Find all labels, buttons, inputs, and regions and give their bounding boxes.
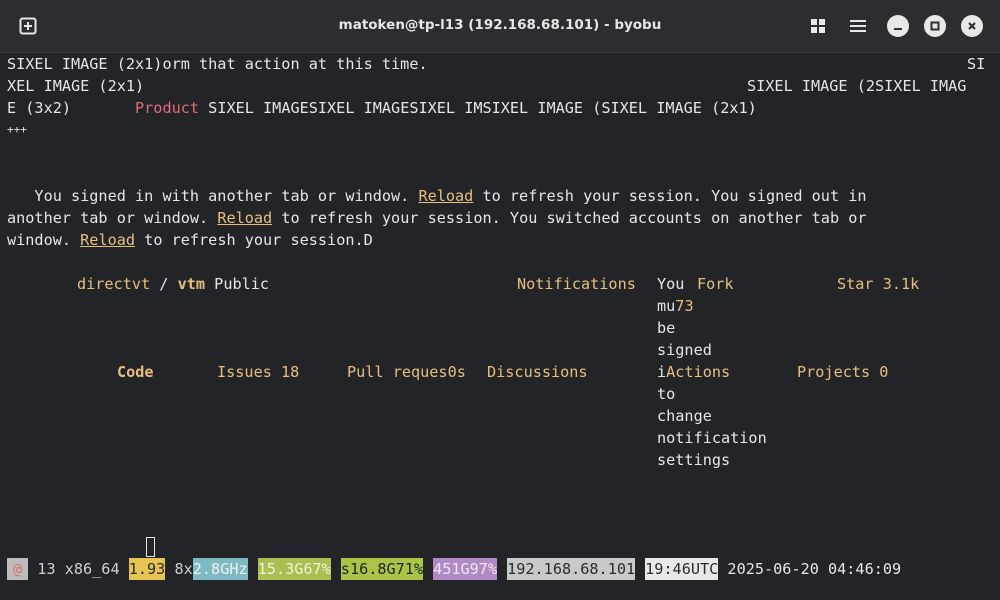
grid-icon[interactable] xyxy=(806,14,830,38)
popup-line: signed xyxy=(657,341,712,359)
popup-text: i xyxy=(657,363,667,381)
fork-button[interactable]: Fork xyxy=(697,273,734,295)
terminal-text: to refresh your session.D xyxy=(135,231,373,249)
menu-icon[interactable] xyxy=(846,14,870,38)
tab-issues[interactable]: Issues 18 xyxy=(217,361,299,383)
reload-link[interactable]: Reload xyxy=(217,209,272,227)
byobu-status-bar: @ 13 x86_64 1.93 8x 2.8GHz 15.3G67% s16.… xyxy=(7,557,993,581)
terminal-content[interactable]: SIXEL IMAGE (2x1)orm that action at this… xyxy=(7,53,993,553)
status-arch: x86_64 xyxy=(55,560,129,578)
product-menu[interactable]: Product xyxy=(135,99,199,117)
status-cpus: 8x xyxy=(165,560,193,578)
session-banner-line: You signed in with another tab or window… xyxy=(7,185,867,207)
popup-text: mu xyxy=(657,297,676,315)
terminal-text: You signed in with another tab or window… xyxy=(7,187,419,205)
reload-link[interactable]: Reload xyxy=(80,231,135,249)
status-memory: 15.3G67% xyxy=(257,558,331,580)
popup-line: iActions xyxy=(657,361,730,383)
popup-line: change xyxy=(657,407,712,425)
repo-header: directvt / vtm Public xyxy=(77,273,269,295)
terminal-line: E (3x2) Product SIXEL IMAGESIXEL IMAGESI… xyxy=(7,97,757,119)
reload-link[interactable]: Reload xyxy=(418,187,473,205)
minimize-icon[interactable] xyxy=(886,14,910,38)
fork-count: 73 xyxy=(675,297,694,315)
status-disk: 451G97% xyxy=(433,558,498,580)
status-time-utc: 19:46UTC xyxy=(645,558,719,580)
terminal-text: E (3x2) xyxy=(7,99,136,117)
repo-name-link[interactable]: vtm xyxy=(178,275,205,293)
byobu-logo: @ xyxy=(7,558,29,580)
repo-visibility: Public xyxy=(205,275,270,293)
tab-discussions[interactable]: Discussions xyxy=(487,361,588,383)
notifications-button[interactable]: Notifications xyxy=(517,273,636,295)
terminal-line: +++ xyxy=(7,123,27,136)
tab-projects[interactable]: Projects 0 xyxy=(797,361,888,383)
terminal-line: XEL IMAGE (2x1) xyxy=(7,77,145,95)
star-count: 3.1k xyxy=(882,275,920,293)
star-button[interactable]: Star 3.1k xyxy=(837,273,919,295)
terminal-line: SI xyxy=(967,55,986,73)
status-datetime: 2025-06-20 04:46:09 xyxy=(718,560,902,578)
terminal-text: to refresh your session. You signed out … xyxy=(473,187,867,205)
terminal-text: window. xyxy=(7,231,81,249)
tab-actions[interactable]: Actions xyxy=(666,363,730,381)
terminal-window: matoken@tp-l13 (192.168.68.101) - byobu … xyxy=(0,0,1000,600)
status-swap: s16.8G71% xyxy=(340,558,424,580)
popup-line: settings xyxy=(657,451,731,469)
tab-pull-requests[interactable]: Pull reques0s xyxy=(347,361,466,383)
status-load: 1.93 xyxy=(128,558,166,580)
session-banner-line: window. Reload to refresh your session.D xyxy=(7,229,373,251)
title-bar: matoken@tp-l13 (192.168.68.101) - byobu xyxy=(0,0,1000,53)
popup-line: be xyxy=(657,319,676,337)
close-icon[interactable] xyxy=(960,14,984,38)
maximize-icon[interactable] xyxy=(923,14,947,38)
popup-line: notification xyxy=(657,429,767,447)
repo-owner-link[interactable]: directvt xyxy=(77,275,150,293)
popup-line: mu73 xyxy=(657,295,694,317)
terminal-line: SIXEL IMAGE (2x1)orm that action at this… xyxy=(7,55,428,73)
terminal-text: another tab or window. xyxy=(7,209,218,227)
terminal-text: to refresh your session. You switched ac… xyxy=(272,209,867,227)
star-label: Star xyxy=(837,275,874,293)
text-cursor xyxy=(146,537,155,557)
status-count: 13 xyxy=(28,560,56,578)
terminal-text: SIXEL IMAGESIXEL IMAGESIXEL IMSIXEL IMAG… xyxy=(199,99,757,117)
popup-line: to xyxy=(657,385,676,403)
terminal-line: SIXEL IMAGE (2SIXEL IMAG xyxy=(747,77,967,95)
status-freq: 2.8GHz xyxy=(192,558,248,580)
status-ip: 192.168.68.101 xyxy=(507,558,636,580)
popup-line: You xyxy=(657,275,685,293)
repo-separator: / xyxy=(150,275,178,293)
session-banner-line: another tab or window. Reload to refresh… xyxy=(7,207,867,229)
tab-code[interactable]: Code xyxy=(117,361,154,383)
